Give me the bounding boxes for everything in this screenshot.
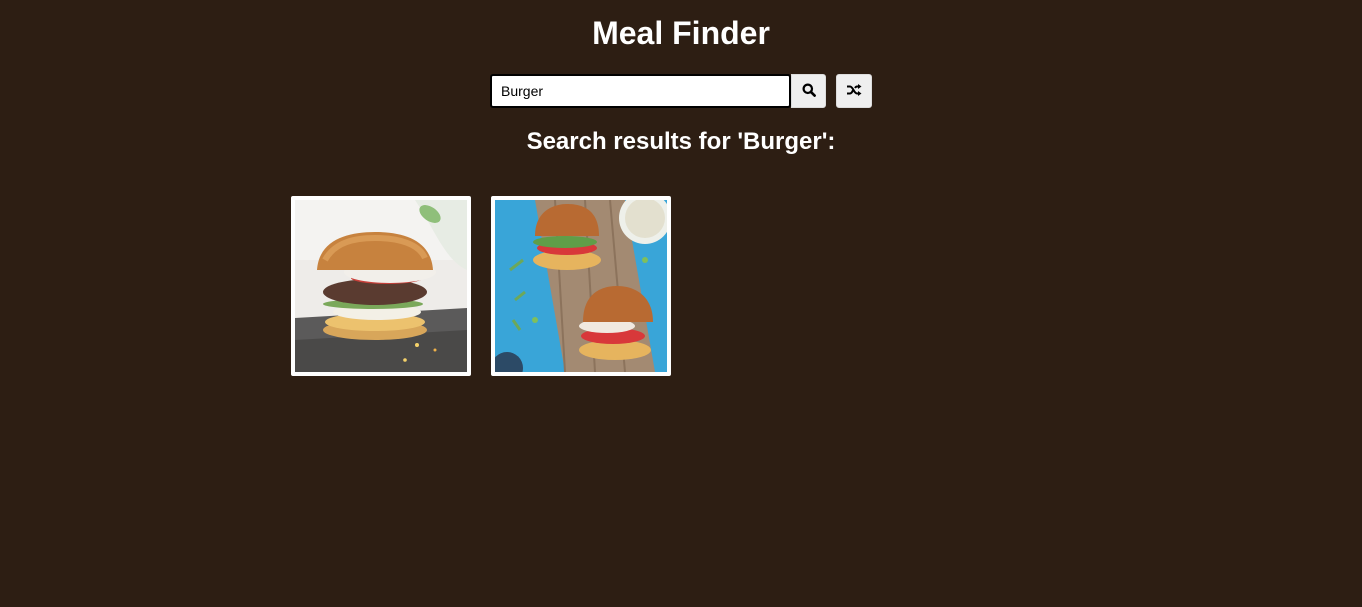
shuffle-icon xyxy=(846,83,862,100)
page: Meal Finder Search results for 'Bur xyxy=(0,0,1362,607)
meal-card[interactable] xyxy=(491,196,671,376)
results-heading: Search results for 'Burger': xyxy=(526,128,836,155)
meal-card[interactable] xyxy=(291,196,471,376)
search-button[interactable] xyxy=(791,74,826,108)
burger-photo xyxy=(295,200,467,372)
random-meal-button[interactable] xyxy=(836,74,872,108)
search-input[interactable] xyxy=(490,74,791,108)
search-icon xyxy=(802,83,816,100)
page-title: Meal Finder xyxy=(592,15,770,51)
search-form xyxy=(490,74,872,108)
meals-grid xyxy=(291,196,671,376)
burgers-on-board-photo xyxy=(495,200,667,372)
